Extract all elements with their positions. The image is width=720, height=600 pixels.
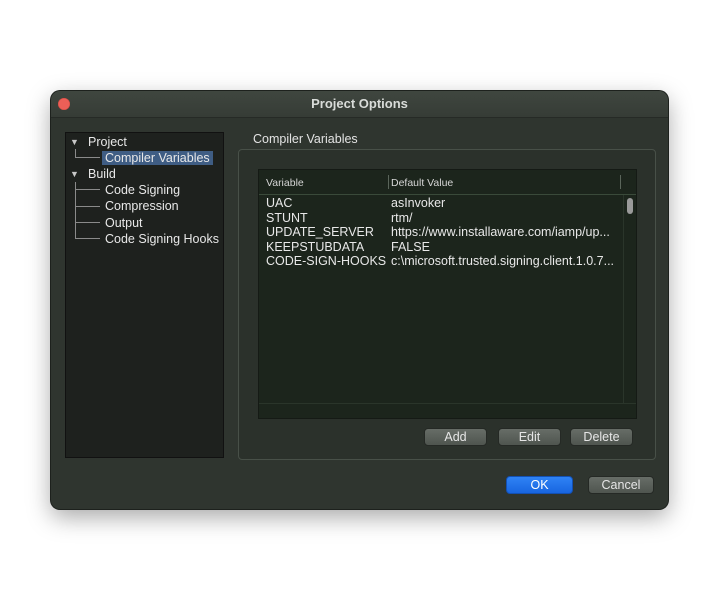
tree-item-build[interactable]: Build [88,166,116,182]
horizontal-scrollbar[interactable] [259,403,636,418]
title-bar[interactable]: Project Options [51,91,668,118]
tree-item-compiler-variables[interactable]: Compiler Variables [102,150,213,166]
tree-item-compression[interactable]: Compression [105,198,179,214]
window-title: Project Options [311,96,408,111]
table-row[interactable]: CODE-SIGN-HOOKS c:\microsoft.trusted.sig… [259,254,619,269]
options-tree[interactable]: ▼ Project Compiler Variables ▼ Build Cod… [65,132,224,458]
variable-name: UAC [266,196,293,210]
variable-value: c:\microsoft.trusted.signing.client.1.0.… [391,254,615,268]
column-divider[interactable] [620,175,621,189]
section-title: Compiler Variables [253,132,358,146]
expand-arrow-icon[interactable]: ▼ [70,166,79,182]
tree-connector [75,206,100,207]
variable-value: asInvoker [391,196,446,210]
ok-button[interactable]: OK [506,476,573,494]
tree-item-code-signing[interactable]: Code Signing [105,182,180,198]
tree-item-output[interactable]: Output [105,215,143,231]
tree-connector [75,222,100,223]
table-header: Variable Default Value [259,170,636,195]
selected-item-label: Compiler Variables [102,151,213,165]
tree-connector [75,182,76,239]
table-row[interactable]: UPDATE_SERVER https://www.installaware.c… [259,225,619,240]
column-header-variable[interactable]: Variable [266,170,304,194]
table-row[interactable]: UAC asInvoker [259,196,619,211]
expand-arrow-icon[interactable]: ▼ [70,134,79,150]
variable-value: FALSE [391,239,430,254]
cancel-button[interactable]: Cancel [588,476,654,494]
variable-value: rtm/ [391,210,413,225]
variable-value: https://www.installaware.com/iamp/up... [391,225,610,239]
tree-connector [75,157,100,158]
column-header-default-value[interactable]: Default Value [391,170,453,194]
table-row[interactable]: KEEPSTUBDATA FALSE [259,240,619,255]
column-divider[interactable] [388,175,389,189]
tree-connector [75,189,100,190]
table-row[interactable]: STUNT rtm/ [259,211,619,226]
vertical-scrollbar[interactable] [623,195,636,403]
variable-name: KEEPSTUBDATA [266,239,365,254]
tree-connector [75,238,100,239]
variable-name: STUNT [266,210,308,225]
delete-button[interactable]: Delete [570,428,633,446]
project-options-window: Project Options ▼ Project Compiler Varia… [51,91,668,509]
tree-item-project[interactable]: Project [88,134,127,150]
scrollbar-thumb[interactable] [627,198,633,214]
variable-name: CODE-SIGN-HOOKS [266,254,387,268]
tree-item-code-signing-hooks[interactable]: Code Signing Hooks [105,231,219,247]
variables-table[interactable]: Variable Default Value UAC asInvoker STU… [258,169,637,419]
variable-name: UPDATE_SERVER [266,225,374,239]
add-button[interactable]: Add [424,428,487,446]
edit-button[interactable]: Edit [498,428,561,446]
